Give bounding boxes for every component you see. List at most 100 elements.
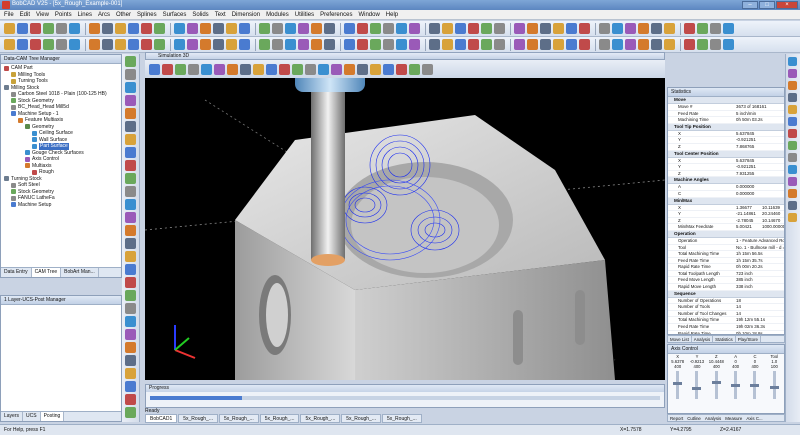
toolbar-icon[interactable]: [664, 39, 675, 50]
toolbar-icon[interactable]: [697, 23, 708, 34]
slider-handle[interactable]: [692, 387, 702, 391]
toolbar-icon[interactable]: [174, 39, 185, 50]
viewport-tool-icon[interactable]: [305, 63, 316, 75]
document-tab[interactable]: 5x_Rough_...: [341, 414, 381, 423]
toolbar-icon[interactable]: [540, 23, 551, 34]
toolbar-icon[interactable]: [625, 39, 636, 50]
toolbar-icon[interactable]: [357, 23, 368, 34]
axis-slider[interactable]: [769, 371, 779, 399]
toolbar-icon[interactable]: [43, 39, 54, 50]
viewport-tool-icon[interactable]: [331, 63, 342, 75]
side-tool-icon[interactable]: [125, 368, 136, 379]
toolbar-icon[interactable]: [344, 39, 355, 50]
app-icon[interactable]: [2, 1, 10, 9]
toolbar-icon[interactable]: [370, 23, 381, 34]
toolbar-icon[interactable]: [383, 23, 394, 34]
simulation-viewport[interactable]: [145, 60, 665, 380]
toolbar-icon[interactable]: [226, 23, 237, 34]
viewport-tool-icon[interactable]: [175, 63, 186, 75]
toolbar-icon[interactable]: [481, 39, 492, 50]
toolbar-icon[interactable]: [579, 39, 590, 50]
bottom-tab[interactable]: Axis C...: [744, 415, 764, 421]
toolbar-icon[interactable]: [128, 23, 139, 34]
toolbar-icon[interactable]: [553, 23, 564, 34]
side-tool-icon[interactable]: [125, 238, 136, 249]
side-tool-icon[interactable]: [125, 173, 136, 184]
toolbar-icon[interactable]: [612, 39, 623, 50]
menu-item-dimension[interactable]: Dimension: [232, 12, 260, 18]
viewport-tool-icon[interactable]: [266, 63, 277, 75]
viewport-tool-icon[interactable]: [188, 63, 199, 75]
toolbar-icon[interactable]: [664, 23, 675, 34]
side-tool-icon[interactable]: [125, 69, 136, 80]
toolbar-icon[interactable]: [239, 23, 250, 34]
document-tab[interactable]: 5x_Rough_...: [300, 414, 341, 423]
toolbar-icon[interactable]: [298, 39, 309, 50]
axis-slider[interactable]: [692, 371, 702, 399]
right-tool-icon[interactable]: [788, 189, 797, 198]
tree-tab[interactable]: CAM Tree: [31, 268, 62, 277]
toolbar-icon[interactable]: [17, 23, 28, 34]
toolbar-icon[interactable]: [527, 39, 538, 50]
toolbar-icon[interactable]: [187, 39, 198, 50]
right-tool-icon[interactable]: [788, 117, 797, 126]
viewport-tool-icon[interactable]: [422, 63, 433, 75]
viewport-tool-icon[interactable]: [214, 63, 225, 75]
toolbar-icon[interactable]: [723, 39, 734, 50]
toolbar-icon[interactable]: [494, 23, 505, 34]
side-tool-icon[interactable]: [125, 303, 136, 314]
toolbar-icon[interactable]: [625, 23, 636, 34]
toolbar-icon[interactable]: [599, 39, 610, 50]
bottom-tab[interactable]: Cutline: [685, 415, 703, 421]
document-tab[interactable]: 5x_Rough_...: [259, 414, 300, 423]
document-tab[interactable]: 5x_Rough_...: [178, 414, 218, 423]
toolbar-icon[interactable]: [527, 23, 538, 34]
toolbar-icon[interactable]: [468, 39, 479, 50]
toolbar-icon[interactable]: [344, 23, 355, 34]
toolbar-icon[interactable]: [115, 23, 126, 34]
toolbar-icon[interactable]: [723, 23, 734, 34]
toolbar-icon[interactable]: [213, 23, 224, 34]
side-tool-icon[interactable]: [125, 329, 136, 340]
toolbar-icon[interactable]: [128, 39, 139, 50]
menu-item-window[interactable]: Window: [358, 12, 379, 18]
right-tool-icon[interactable]: [788, 105, 797, 114]
layer-tab[interactable]: Layers: [1, 412, 24, 421]
stats-tab[interactable]: Play/Store: [736, 336, 761, 342]
side-tool-icon[interactable]: [125, 251, 136, 262]
menu-item-arcs[interactable]: Arcs: [98, 12, 110, 18]
toolbar-icon[interactable]: [311, 23, 322, 34]
bottom-tab[interactable]: Analysis: [703, 415, 723, 421]
toolbar-icon[interactable]: [69, 23, 80, 34]
toolbar-icon[interactable]: [285, 23, 296, 34]
document-tab[interactable]: BobCAD1: [145, 414, 178, 423]
slider-handle[interactable]: [731, 383, 741, 387]
viewport-tool-icon[interactable]: [344, 63, 355, 75]
toolbar-icon[interactable]: [651, 39, 662, 50]
right-tool-icon[interactable]: [788, 165, 797, 174]
tree-item[interactable]: Machine Setup: [1, 202, 121, 209]
toolbar-icon[interactable]: [710, 39, 721, 50]
side-tool-icon[interactable]: [125, 121, 136, 132]
toolbar-icon[interactable]: [4, 39, 15, 50]
toolbar-icon[interactable]: [409, 23, 420, 34]
toolbar-icon[interactable]: [30, 39, 41, 50]
toolbar-icon[interactable]: [638, 23, 649, 34]
slider-handle[interactable]: [711, 380, 721, 384]
toolbar-icon[interactable]: [200, 39, 211, 50]
side-tool-icon[interactable]: [125, 290, 136, 301]
viewport-tool-icon[interactable]: [370, 63, 381, 75]
toolbar-icon[interactable]: [566, 23, 577, 34]
document-tab[interactable]: 5x_Rough_...: [218, 414, 259, 423]
toolbar-icon[interactable]: [89, 23, 100, 34]
axis-slider[interactable]: [673, 371, 683, 399]
toolbar-icon[interactable]: [638, 39, 649, 50]
viewport-tool-icon[interactable]: [227, 63, 238, 75]
slider-handle[interactable]: [673, 382, 683, 386]
toolbar-icon[interactable]: [553, 39, 564, 50]
toolbar-icon[interactable]: [612, 23, 623, 34]
menu-item-text[interactable]: Text: [215, 12, 226, 18]
side-tool-icon[interactable]: [125, 407, 136, 418]
toolbar-icon[interactable]: [272, 23, 283, 34]
toolbar-icon[interactable]: [383, 39, 394, 50]
